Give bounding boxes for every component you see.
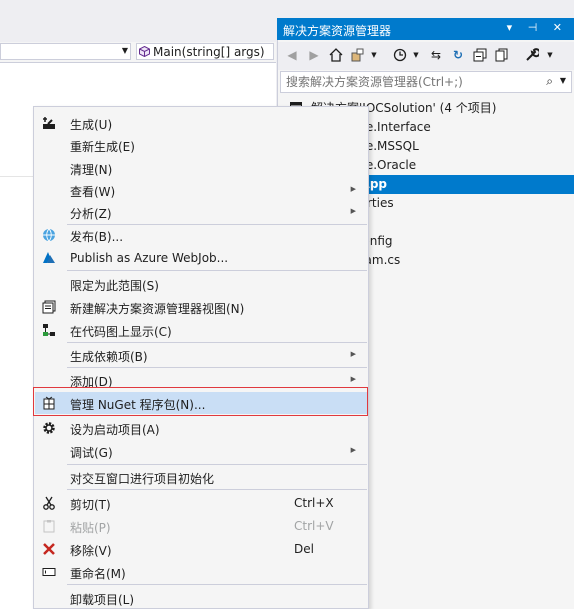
menu-item-clean[interactable]: 清理(N) bbox=[35, 157, 368, 179]
paste-icon bbox=[41, 518, 57, 534]
menu-item-new-explorer-view[interactable]: 新建解决方案资源管理器视图(N) bbox=[35, 296, 368, 318]
chevron-down-icon[interactable]: ▼ bbox=[560, 76, 566, 85]
sync-icon[interactable]: ⇆ bbox=[428, 47, 444, 63]
remove-icon bbox=[41, 541, 57, 557]
chevron-down-icon[interactable]: ▼ bbox=[408, 47, 424, 63]
submenu-arrow-icon: ▶ bbox=[350, 375, 356, 383]
code-map-icon bbox=[41, 322, 57, 338]
panel-title: 解决方案资源管理器 bbox=[283, 24, 392, 38]
menu-separator bbox=[67, 270, 367, 271]
editor-tab-strip bbox=[0, 0, 276, 42]
menu-item-unload-project[interactable]: 卸载项目(L) bbox=[35, 587, 368, 609]
refresh-icon[interactable]: ↻ bbox=[450, 47, 466, 63]
member-dropdown-label: Main(string[] args) bbox=[153, 44, 265, 59]
gear-icon bbox=[41, 420, 57, 436]
menu-separator bbox=[67, 489, 367, 490]
azure-icon bbox=[41, 250, 57, 266]
menu-item-scope-to-this[interactable]: 限定为此范围(S) bbox=[35, 273, 368, 295]
menu-item-cut[interactable]: 剪切(T) Ctrl+X bbox=[35, 492, 368, 514]
menu-item-set-startup-project[interactable]: 设为启动项目(A) bbox=[35, 417, 368, 439]
chevron-down-icon[interactable]: ▼ bbox=[366, 47, 382, 63]
menu-item-build-dependencies[interactable]: 生成依赖项(B) ▶ bbox=[35, 344, 368, 366]
search-input[interactable] bbox=[284, 74, 538, 90]
chevron-down-icon: ▼ bbox=[121, 46, 128, 55]
back-icon[interactable]: ◀ bbox=[284, 47, 300, 63]
type-dropdown[interactable]: ▼ bbox=[0, 43, 131, 60]
show-all-files-icon[interactable] bbox=[494, 47, 510, 63]
search-icon[interactable]: ⌕ bbox=[546, 74, 553, 89]
properties-wrench-icon[interactable] bbox=[524, 47, 540, 63]
pending-changes-icon[interactable] bbox=[392, 47, 408, 63]
solution-explorer-search[interactable]: ⌕ ▼ bbox=[280, 71, 572, 93]
menu-item-view[interactable]: 查看(W) ▶ bbox=[35, 179, 368, 201]
home-icon[interactable] bbox=[328, 47, 344, 63]
menu-item-rebuild[interactable]: 重新生成(E) bbox=[35, 134, 368, 156]
member-dropdown[interactable]: Main(string[] args) bbox=[136, 43, 274, 60]
menu-item-publish-azure-webjob[interactable]: Publish as Azure WebJob... bbox=[35, 247, 368, 269]
method-icon bbox=[139, 46, 150, 57]
panel-window-buttons[interactable]: ▾ ⊣ ✕ bbox=[507, 21, 568, 34]
menu-item-show-on-code-map[interactable]: 在代码图上显示(C) bbox=[35, 319, 368, 341]
switch-views-icon[interactable] bbox=[350, 47, 366, 63]
submenu-arrow-icon: ▶ bbox=[350, 185, 356, 193]
forward-icon[interactable]: ▶ bbox=[306, 47, 322, 63]
menu-item-publish[interactable]: 发布(B)... bbox=[35, 224, 368, 246]
submenu-arrow-icon: ▶ bbox=[350, 207, 356, 215]
menu-separator bbox=[67, 584, 367, 585]
menu-item-analyze[interactable]: 分析(Z) ▶ bbox=[35, 201, 368, 223]
build-icon bbox=[41, 115, 57, 131]
collapse-all-icon[interactable] bbox=[472, 47, 488, 63]
rename-icon bbox=[41, 564, 57, 580]
context-menu: 生成(U) 重新生成(E) 清理(N) 查看(W) ▶ 分析(Z) ▶ 发布(B… bbox=[33, 106, 369, 609]
menu-item-rename[interactable]: 重命名(M) bbox=[35, 561, 368, 583]
submenu-arrow-icon: ▶ bbox=[350, 350, 356, 358]
menu-separator bbox=[67, 367, 367, 368]
menu-item-initialize-interactive[interactable]: 对交互窗口进行项目初始化 bbox=[35, 466, 368, 488]
new-view-icon bbox=[41, 299, 57, 315]
solution-explorer-title-bar: 解决方案资源管理器 ▾ ⊣ ✕ bbox=[277, 18, 574, 40]
solution-explorer-toolbar: ◀ ▶ ▼ ▼ ⇆ ↻ ▼ bbox=[278, 42, 574, 70]
globe-icon bbox=[41, 227, 57, 243]
chevron-down-icon[interactable]: ▼ bbox=[542, 47, 558, 63]
menu-separator bbox=[67, 464, 367, 465]
menu-separator bbox=[67, 342, 367, 343]
menu-item-paste[interactable]: 粘贴(P) Ctrl+V bbox=[35, 515, 368, 537]
callout-highlight-frame bbox=[33, 387, 368, 416]
menu-item-debug[interactable]: 调试(G) ▶ bbox=[35, 440, 368, 462]
menu-item-remove[interactable]: 移除(V) Del bbox=[35, 538, 368, 560]
submenu-arrow-icon: ▶ bbox=[350, 446, 356, 454]
menu-item-build[interactable]: 生成(U) bbox=[35, 112, 368, 134]
scissors-icon bbox=[41, 495, 57, 511]
